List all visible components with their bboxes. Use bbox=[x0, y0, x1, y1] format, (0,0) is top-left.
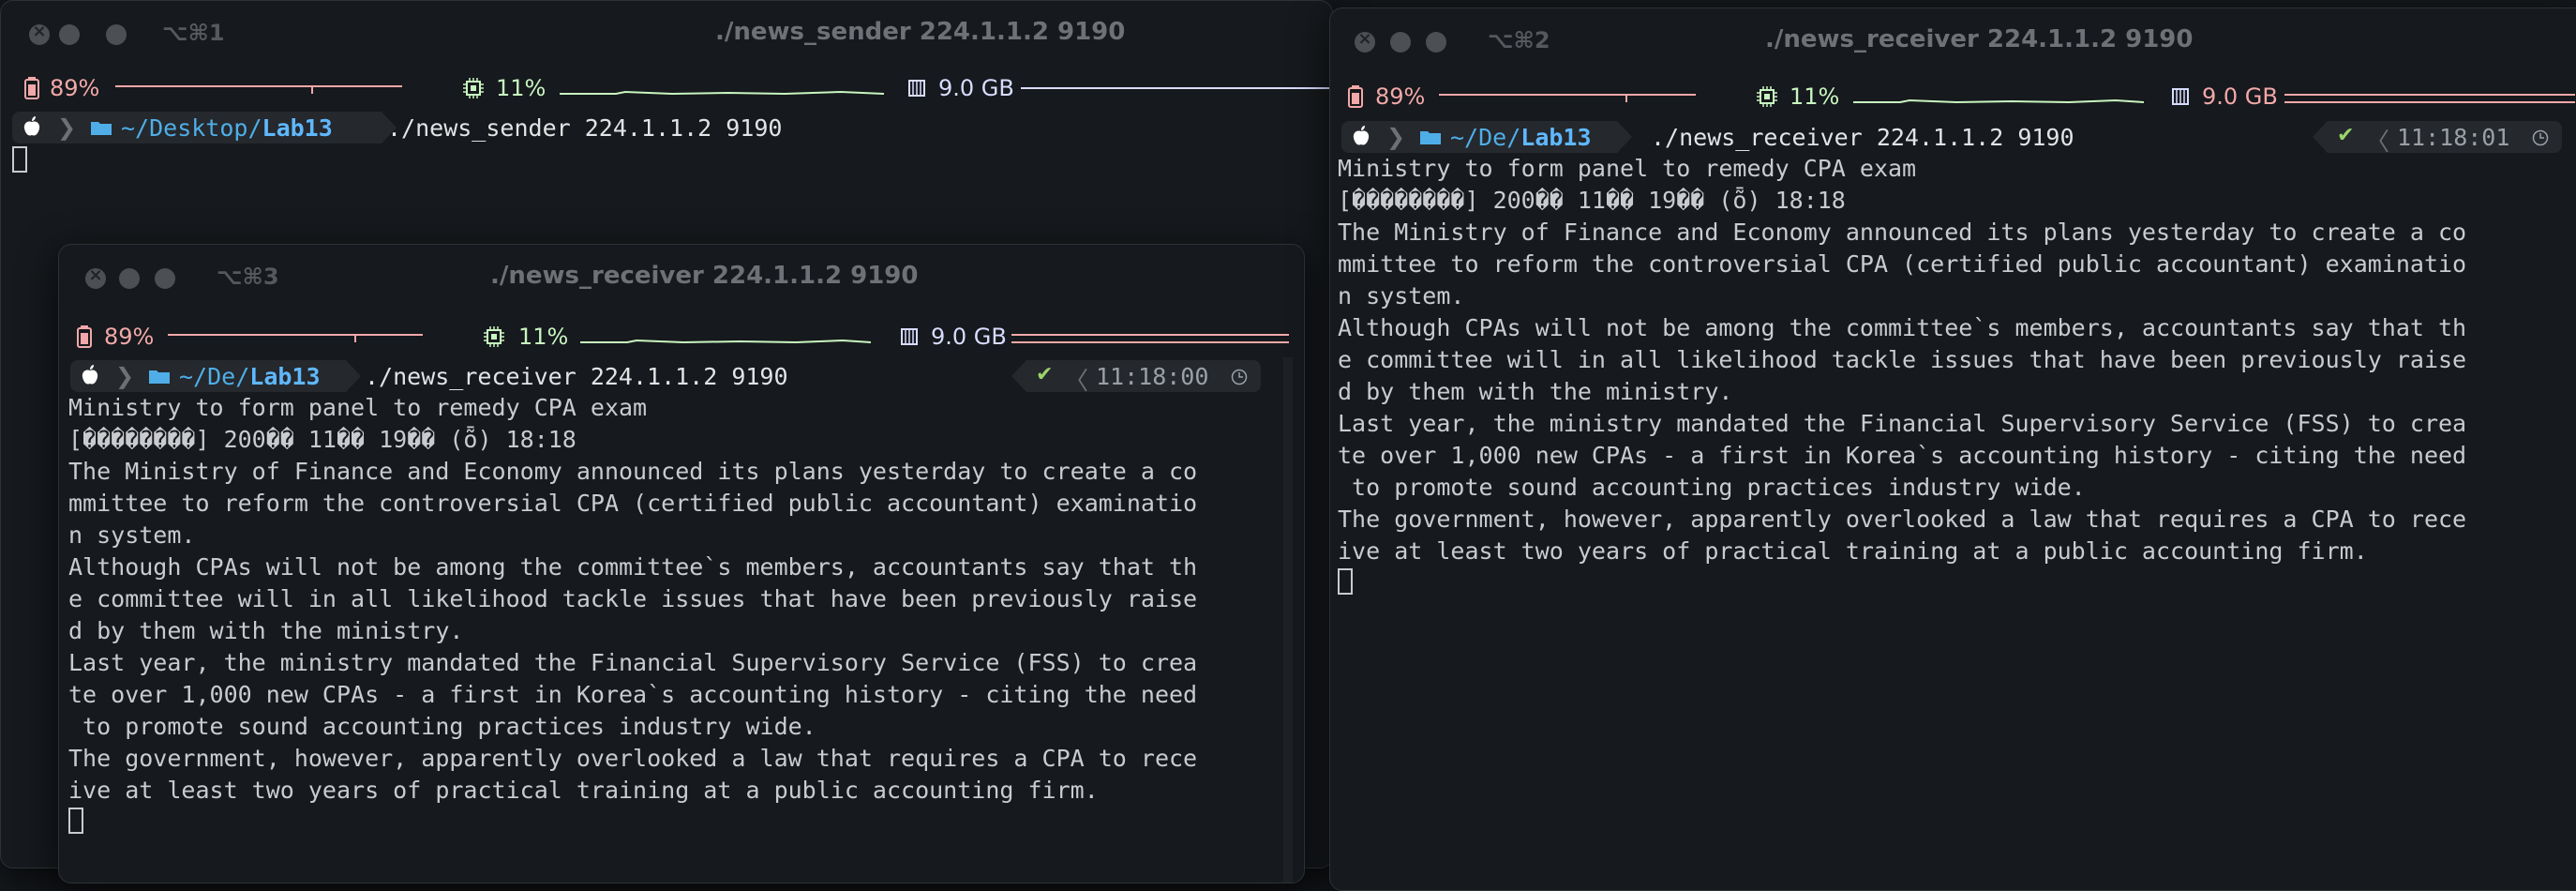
command-time: 11:18:00 bbox=[1096, 363, 1209, 390]
scrollbar[interactable] bbox=[1283, 357, 1293, 883]
cpu-chip-icon bbox=[1757, 86, 1777, 107]
cpu-percent: 11% bbox=[518, 324, 569, 350]
cpu-sparkline bbox=[560, 90, 884, 96]
terminal-window-receiver-1[interactable]: ⌥⌘3 ./news_receiver 224.1.1.2 9190 89% 1… bbox=[58, 244, 1305, 883]
zoom-window-button[interactable] bbox=[106, 24, 127, 45]
zoom-window-button[interactable] bbox=[1426, 32, 1446, 53]
zoom-window-button[interactable] bbox=[155, 268, 175, 289]
window-shortcut: ⌥⌘2 bbox=[1488, 27, 1550, 53]
prompt-apple-segment bbox=[1341, 121, 1383, 153]
memory-usage: 9.0 GB bbox=[938, 75, 1014, 101]
path-separator-icon: ❯ bbox=[57, 114, 77, 141]
prompt-apple-segment bbox=[12, 112, 53, 143]
cpu-chip-icon bbox=[484, 326, 504, 347]
terminal-cursor bbox=[12, 146, 27, 173]
prompt-path-bold: Lab13 bbox=[1520, 124, 1592, 151]
prompt-right-segment: ✔ 〈 11:18:01 bbox=[2313, 121, 2562, 157]
apple-logo-icon bbox=[82, 365, 98, 385]
checkmark-icon: ✔ bbox=[1036, 363, 1054, 386]
folder-icon bbox=[91, 122, 112, 135]
terminal-window-receiver-2[interactable]: ⌥⌘2 ./news_receiver 224.1.1.2 9190 89% 1… bbox=[1329, 8, 2576, 891]
apple-logo-icon bbox=[23, 116, 40, 137]
battery-icon bbox=[77, 325, 92, 348]
status-bar: 89% 11% 9.0 GB bbox=[1, 71, 1332, 109]
close-window-button[interactable] bbox=[1355, 29, 1375, 53]
prompt-path-segment: ❯ ~/Desktop/Lab13 bbox=[53, 112, 397, 143]
terminal-cursor bbox=[1338, 568, 1353, 595]
window-shortcut: ⌥⌘1 bbox=[162, 20, 225, 46]
command-text: ./news_receiver 224.1.1.2 9190 bbox=[1651, 124, 2074, 151]
cpu-sparkline bbox=[580, 339, 871, 344]
cpu-sparkline bbox=[1853, 98, 2144, 104]
cpu-percent: 11% bbox=[496, 75, 547, 101]
battery-percent: 89% bbox=[50, 75, 100, 101]
battery-sparkline bbox=[1439, 94, 1696, 102]
title-bar[interactable]: ⌥⌘1 ./news_sender 224.1.1.2 9190 bbox=[1, 1, 1332, 63]
memory-icon bbox=[908, 80, 925, 97]
command-text: ./news_receiver 224.1.1.2 9190 bbox=[365, 363, 788, 390]
memory-usage: 9.0 GB bbox=[2202, 83, 2278, 110]
minimize-window-button[interactable] bbox=[59, 24, 80, 45]
shell-prompt: ❯ ~/Desktop/Lab13 ./news_sender 224.1.1.… bbox=[12, 112, 1325, 143]
apple-logo-icon bbox=[1353, 126, 1370, 146]
battery-percent: 89% bbox=[104, 324, 155, 350]
prompt-path-bold: Lab13 bbox=[249, 363, 321, 390]
status-bar: 89% 11% 9.0 GB bbox=[1330, 80, 2576, 117]
prompt-path-dim: ~/De/ bbox=[1450, 124, 1521, 151]
folder-icon bbox=[1420, 131, 1441, 144]
battery-sparkline bbox=[115, 85, 402, 94]
prompt-path-segment: ❯ ~/De/Lab13 bbox=[1383, 121, 1632, 153]
prompt-right-segment: ✔ 〈 11:18:00 bbox=[1011, 360, 1261, 396]
memory-usage: 9.0 GB bbox=[931, 324, 1007, 350]
prompt-apple-segment bbox=[70, 360, 112, 392]
memory-sparkline bbox=[1011, 334, 1289, 343]
minimize-window-button[interactable] bbox=[1390, 32, 1411, 53]
battery-sparkline bbox=[168, 334, 423, 342]
shell-prompt: ❯ ~/De/Lab13 ./news_receiver 224.1.1.2 9… bbox=[70, 360, 1261, 396]
title-bar[interactable]: ⌥⌘2 ./news_receiver 224.1.1.2 9190 bbox=[1330, 8, 2576, 70]
minimize-window-button[interactable] bbox=[119, 268, 140, 289]
battery-icon bbox=[1348, 85, 1363, 108]
title-bar[interactable]: ⌥⌘3 ./news_receiver 224.1.1.2 9190 bbox=[59, 245, 1304, 307]
window-shortcut: ⌥⌘3 bbox=[217, 264, 279, 290]
window-title: ./news_receiver 224.1.1.2 9190 bbox=[1765, 25, 2194, 53]
checkmark-icon: ✔ bbox=[2337, 124, 2355, 147]
prompt-path-bold: Lab13 bbox=[262, 114, 333, 142]
prompt-path-dim: ~/De/ bbox=[179, 363, 250, 390]
clock-icon bbox=[1231, 369, 1248, 385]
terminal-output: Ministry to form panel to remedy CPA exa… bbox=[1338, 155, 2467, 565]
prompt-path-segment: ❯ ~/De/Lab13 bbox=[112, 360, 361, 392]
battery-icon bbox=[24, 77, 39, 99]
memory-icon bbox=[901, 328, 918, 345]
path-separator-icon: ❯ bbox=[115, 363, 135, 389]
terminal-output: Ministry to form panel to remedy CPA exa… bbox=[68, 394, 1198, 804]
command-time: 11:18:01 bbox=[2397, 124, 2510, 151]
path-separator-icon: ❯ bbox=[1386, 124, 1406, 150]
command-text: ./news_sender 224.1.1.2 9190 bbox=[387, 114, 783, 142]
memory-icon bbox=[2172, 88, 2189, 105]
battery-percent: 89% bbox=[1375, 83, 1426, 110]
memory-sparkline bbox=[2284, 94, 2575, 103]
memory-sparkline bbox=[1021, 87, 1330, 89]
shell-prompt: ❯ ~/De/Lab13 ./news_receiver 224.1.1.2 9… bbox=[1341, 121, 2576, 157]
clock-icon bbox=[2532, 129, 2549, 146]
window-title: ./news_sender 224.1.1.2 9190 bbox=[715, 18, 1126, 46]
close-window-button[interactable] bbox=[29, 22, 50, 45]
terminal-cursor bbox=[68, 808, 83, 834]
cpu-chip-icon bbox=[463, 78, 484, 98]
close-window-button[interactable] bbox=[85, 265, 106, 289]
folder-icon bbox=[149, 370, 170, 384]
status-bar: 89% 11% 9.0 GB bbox=[59, 320, 1304, 357]
window-title: ./news_receiver 224.1.1.2 9190 bbox=[490, 262, 919, 290]
cpu-percent: 11% bbox=[1790, 83, 1840, 110]
prompt-path-dim: ~/Desktop/ bbox=[121, 114, 262, 142]
